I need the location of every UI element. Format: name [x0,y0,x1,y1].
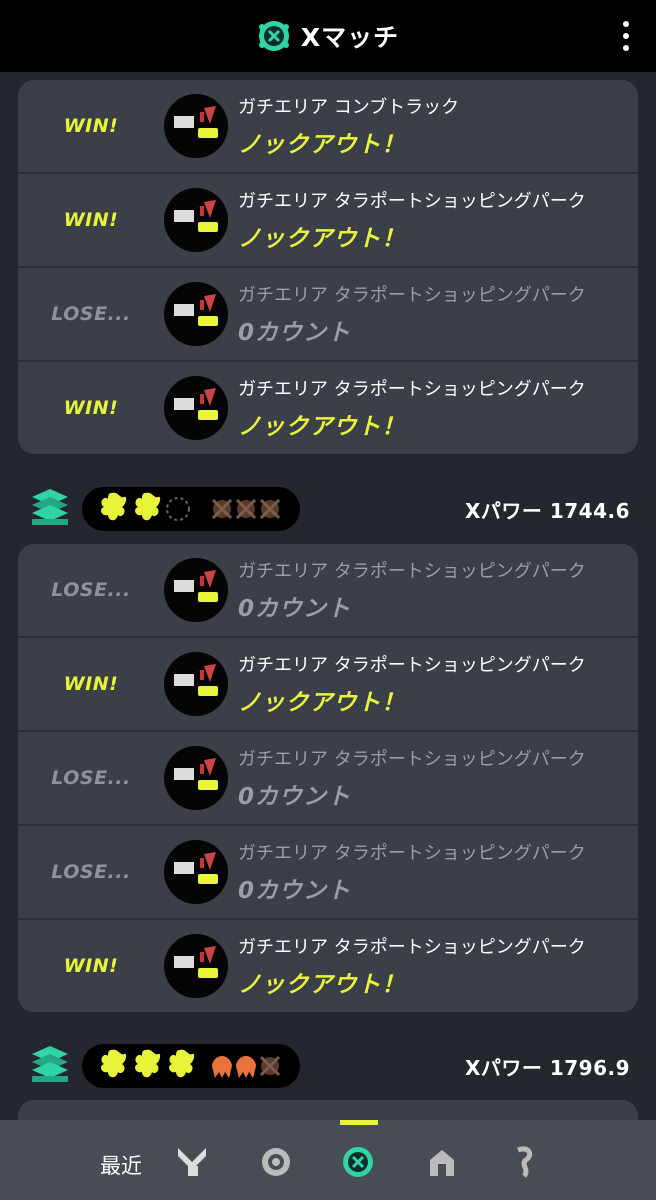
match-outcome: ノックアウト！ [238,132,406,158]
nav-recent-label[interactable]: 最近 [100,1150,142,1180]
win-splat-icon [169,1049,195,1078]
weapon-icon [164,558,228,622]
title-wrap: Xマッチ [257,18,399,54]
mode-stage: ガチエリア タラポートショッピングパーク [238,379,586,400]
menu-dot [623,33,629,39]
weapon-icon [164,652,228,716]
match-outcome: ノックアウト！ [238,972,406,998]
series-progress-pill [82,487,300,531]
match-result: LOSE... [51,861,131,883]
mode-stage: ガチエリア コンブトラック [238,97,460,118]
mode-stage: ガチエリア タラポートショッピングパーク [238,561,586,582]
x-power-value: Xパワー 1796.9 [464,1056,630,1080]
match-row[interactable]: LOSE... ガチエリア タラポートショッピングパーク 0カウント [18,268,638,362]
match-group: WIN! ガチエリア コンブトラック ノックアウト！ WIN! ガチエリア タラ… [18,80,638,454]
menu-dot [623,45,629,51]
weapon-icon [164,934,228,998]
loss-mark-icon [212,1056,256,1078]
app-header: Xマッチ [0,0,656,72]
series-summary: Xパワー 1744.6 [0,479,656,539]
match-row[interactable]: LOSE... ガチエリア タラポートショッピングパーク 0カウント [18,826,638,920]
mode-stage: ガチエリア タラポートショッピングパーク [238,655,586,676]
match-row[interactable]: WIN! ガチエリア タラポートショッピングパーク ノックアウト！ [18,920,638,1012]
match-row[interactable]: LOSE... ガチエリア タラポートショッピングパーク 0カウント [18,544,638,638]
match-result: LOSE... [51,579,131,601]
match-group: LOSE... ガチエリア タラポートショッピングパーク 0カウント WIN! … [18,544,638,1012]
win-splat-icon [135,492,161,521]
weapon-icon [164,840,228,904]
match-outcome: 0カウント [238,596,352,622]
match-row[interactable]: WIN! ガチエリア コンブトラック ノックアウト！ [18,80,638,174]
x-rank-stack-icon [32,489,68,525]
match-group [18,1100,638,1120]
menu-dot [623,21,629,27]
match-outcome: ノックアウト！ [238,690,406,716]
match-history-list[interactable]: WIN! ガチエリア コンブトラック ノックアウト！ WIN! ガチエリア タラ… [0,72,656,1120]
match-result: LOSE... [51,303,131,325]
x-power-value: Xパワー 1744.6 [464,499,630,523]
win-splat-icon [101,492,127,521]
match-result: WIN! [63,397,119,419]
match-outcome: 0カウント [238,320,352,346]
mode-stage: ガチエリア タラポートショッピングパーク [238,285,586,306]
empty-slot-icon [166,497,190,521]
mode-stage: ガチエリア タラポートショッピングパーク [238,191,586,212]
win-splat-icon [101,1049,127,1078]
bottom-nav: 最近 [0,1120,656,1200]
match-result: WIN! [63,115,119,137]
x-match-icon[interactable] [340,1144,376,1180]
private-icon[interactable] [506,1144,542,1180]
event-icon[interactable] [424,1144,460,1180]
mode-stage: ガチエリア タラポートショッピングパーク [238,749,586,770]
match-row[interactable]: WIN! ガチエリア タラポートショッピングパーク ノックアウト！ [18,638,638,732]
series-summary: Xパワー 1796.9 [0,1036,656,1096]
match-outcome: 0カウント [238,878,352,904]
page-title: Xマッチ [300,23,400,52]
ranked-icon[interactable] [258,1144,294,1180]
series-progress-pill [82,1044,300,1088]
match-row[interactable]: WIN! ガチエリア タラポートショッピングパーク ノックアウト！ [18,362,638,454]
weapon-icon [164,282,228,346]
weapon-icon [164,746,228,810]
mode-stage: ガチエリア タラポートショッピングパーク [238,843,586,864]
match-result: WIN! [63,955,119,977]
match-outcome: ノックアウト！ [238,414,406,440]
active-tab-indicator [340,1120,378,1125]
weapon-icon [164,188,228,252]
weapon-icon [164,376,228,440]
match-result: WIN! [63,209,119,231]
weapon-icon [164,94,228,158]
x-rank-stack-icon [32,1046,68,1082]
match-outcome: ノックアウト！ [238,226,406,252]
match-result: WIN! [63,673,119,695]
match-outcome: 0カウント [238,784,352,810]
weapons-icon[interactable] [174,1144,210,1180]
match-row[interactable]: WIN! ガチエリア タラポートショッピングパーク ノックアウト！ [18,174,638,268]
win-splat-icon [135,1049,161,1078]
match-result: LOSE... [51,767,131,789]
x-match-icon [258,21,289,51]
match-row[interactable]: LOSE... ガチエリア タラポートショッピングパーク 0カウント [18,732,638,826]
mode-stage: ガチエリア タラポートショッピングパーク [238,937,586,958]
more-menu-button[interactable] [618,14,634,58]
